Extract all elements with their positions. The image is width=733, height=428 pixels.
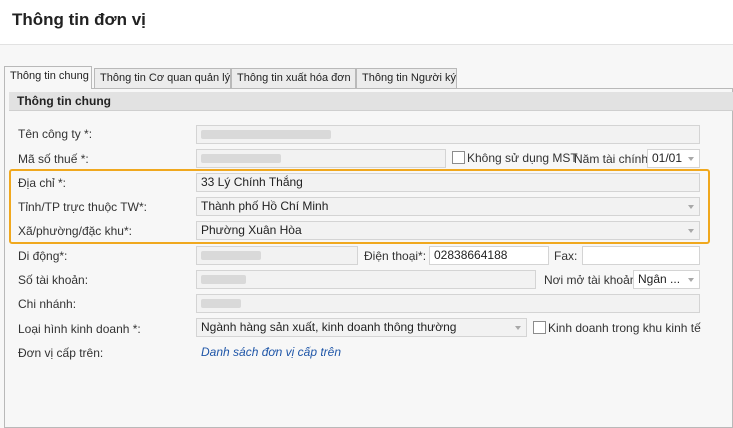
ward-label: Xã/phường/đặc khu*: xyxy=(18,224,132,238)
province-select[interactable]: Thành phố Hồ Chí Minh xyxy=(196,197,700,216)
province-label: Tỉnh/TP trực thuộc TW*: xyxy=(18,200,147,214)
business-type-select[interactable]: Ngành hàng sản xuất, kinh doanh thông th… xyxy=(196,318,527,337)
account-number-input[interactable] xyxy=(196,270,536,289)
redacted-value xyxy=(201,130,331,139)
chevron-down-icon xyxy=(688,205,694,209)
phone-label: Điện thoại*: xyxy=(364,249,427,263)
tab-management-agency[interactable]: Thông tin Cơ quan quản lý xyxy=(94,68,231,88)
page-title: Thông tin đơn vị xyxy=(12,10,146,29)
tax-code-label: Mã số thuế *: xyxy=(18,152,89,166)
account-number-label: Số tài khoản: xyxy=(18,273,89,287)
redacted-value xyxy=(201,251,261,260)
phone-input[interactable]: 02838664188 xyxy=(429,246,549,265)
no-tax-code-label: Không sử dụng MST xyxy=(467,151,578,165)
business-type-label: Loại hình kinh doanh *: xyxy=(18,322,141,336)
section-header: Thông tin chung xyxy=(9,92,733,111)
ward-value: Phường Xuân Hòa xyxy=(201,223,302,237)
chevron-down-icon xyxy=(688,278,694,282)
fiscal-year-value: 01/01 xyxy=(652,151,683,165)
redacted-value xyxy=(201,299,241,308)
parent-unit-link[interactable]: Danh sách đơn vị cấp trên xyxy=(201,343,341,361)
fax-input[interactable] xyxy=(582,246,700,265)
tab-invoice-info[interactable]: Thông tin xuất hóa đơn xyxy=(231,68,356,88)
company-name-label: Tên công ty *: xyxy=(18,127,93,141)
branch-label: Chi nhánh: xyxy=(18,297,77,311)
parent-unit-label: Đơn vị cấp trên: xyxy=(18,346,104,360)
address-label: Địa chỉ *: xyxy=(18,176,67,190)
tax-code-input[interactable] xyxy=(196,149,446,168)
business-type-value: Ngành hàng sản xuất, kinh doanh thông th… xyxy=(201,320,457,334)
mobile-label: Di động*: xyxy=(18,249,68,263)
no-tax-code-checkbox[interactable] xyxy=(452,151,465,164)
bank-select[interactable]: Ngân ... xyxy=(633,270,700,289)
chevron-down-icon xyxy=(688,157,694,161)
ward-select[interactable]: Phường Xuân Hòa xyxy=(196,221,700,240)
redacted-value xyxy=(201,154,281,163)
fiscal-year-select[interactable]: 01/01 xyxy=(647,149,700,168)
chevron-down-icon xyxy=(515,326,521,330)
economic-zone-checkbox[interactable] xyxy=(533,321,546,334)
fiscal-year-label: Năm tài chính: xyxy=(574,152,652,166)
province-value: Thành phố Hồ Chí Minh xyxy=(201,199,329,213)
tab-signer-info[interactable]: Thông tin Người ký xyxy=(356,68,457,88)
address-input[interactable]: 33 Lý Chính Thắng xyxy=(196,173,700,192)
company-name-input[interactable] xyxy=(196,125,700,144)
bank-value: Ngân ... xyxy=(638,272,681,286)
mobile-input[interactable] xyxy=(196,246,358,265)
redacted-value xyxy=(201,275,246,284)
bank-label: Nơi mở tài khoản: xyxy=(544,273,640,287)
economic-zone-label: Kinh doanh trong khu kinh tế xyxy=(548,321,701,335)
fax-label: Fax: xyxy=(554,249,578,263)
branch-input[interactable] xyxy=(196,294,700,313)
chevron-down-icon xyxy=(688,229,694,233)
tab-general-info[interactable]: Thông tin chung xyxy=(4,66,92,89)
